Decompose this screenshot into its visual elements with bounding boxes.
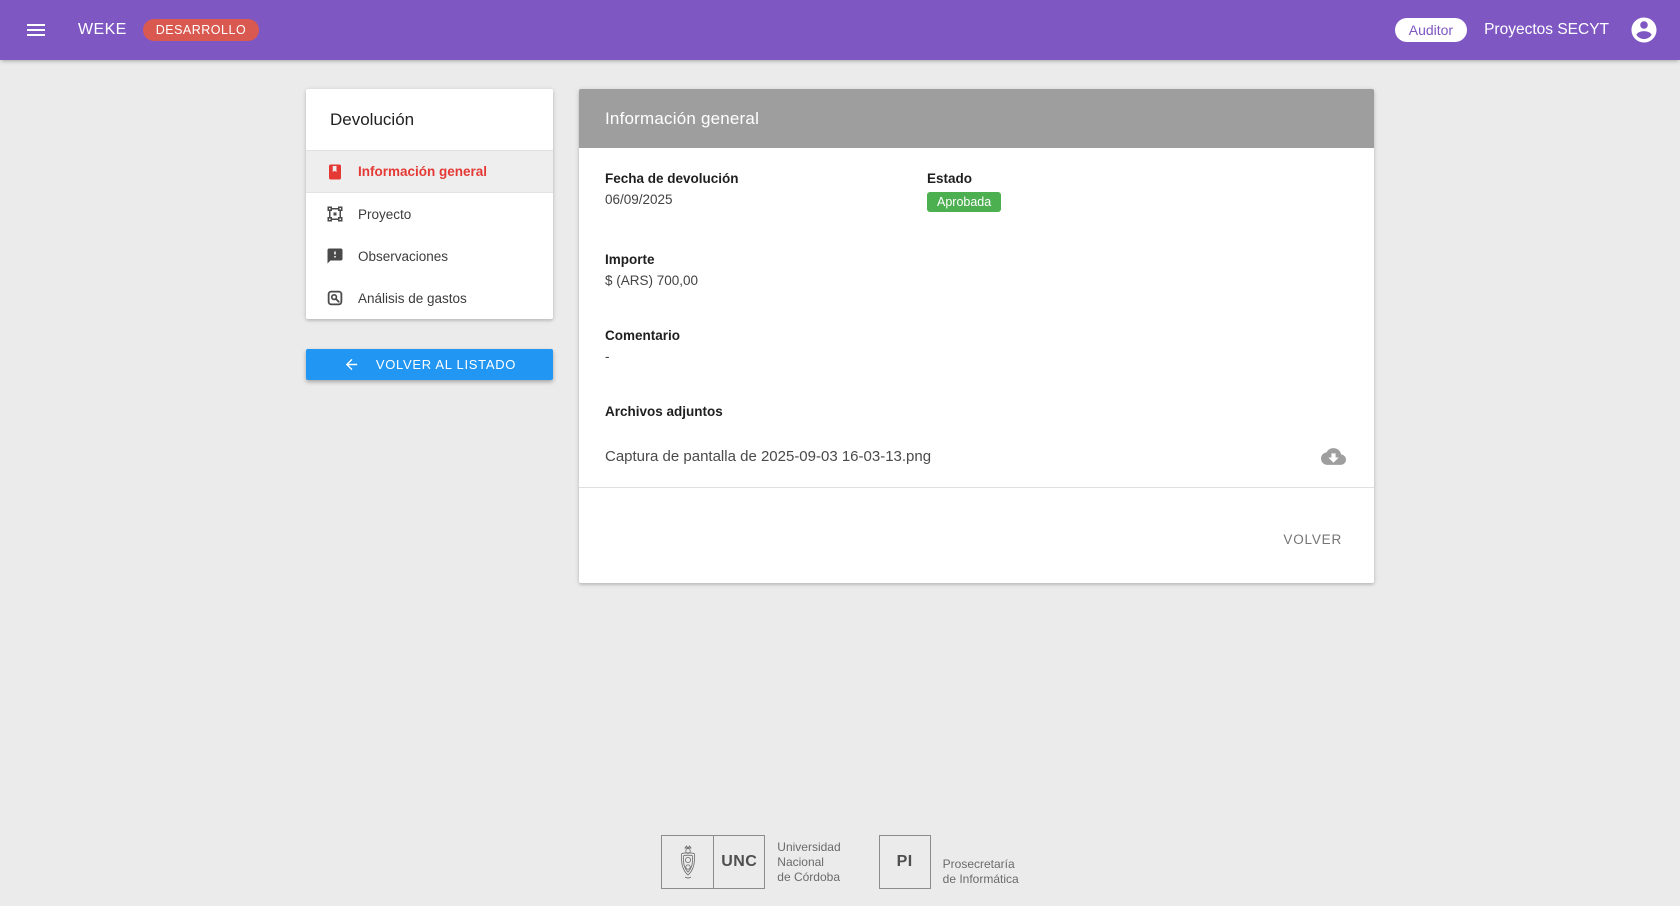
sidebar-item-label: Información general: [358, 164, 487, 179]
field-comentario: Comentario -: [605, 328, 1348, 364]
sidebar-item-informacion-general[interactable]: Información general: [306, 151, 553, 193]
field-row: Fecha de devolución 06/09/2025 Estado Ap…: [605, 171, 1348, 252]
pi-name-line: Prosecretaría: [943, 857, 1019, 872]
unc-name-line: de Córdoba: [777, 870, 840, 885]
field-label: Importe: [605, 252, 1348, 267]
sidebar-title: Devolución: [306, 89, 553, 151]
volver-button[interactable]: VOLVER: [1275, 528, 1350, 551]
pi-name: Prosecretaría de Informática: [943, 835, 1019, 889]
sidebar-item-label: Observaciones: [358, 249, 448, 264]
main-layout: Devolución Información general Proyecto …: [306, 60, 1680, 583]
cloud-download-icon: [1321, 444, 1346, 469]
panel-footer: VOLVER: [579, 488, 1374, 583]
panel-title: Información general: [605, 109, 759, 129]
environment-badge: DESARROLLO: [143, 19, 259, 41]
pi-logo: PI Prosecretaría de Informática: [879, 835, 1019, 889]
pi-name-line: de Informática: [943, 872, 1019, 887]
status-badge: Aprobada: [927, 192, 1001, 212]
unc-abbr: UNC: [721, 853, 757, 871]
unc-logo-box: UNC: [661, 835, 765, 889]
back-to-list-button[interactable]: VOLVER AL LISTADO: [306, 349, 553, 380]
sidebar-item-label: Proyecto: [358, 207, 411, 222]
field-value: 06/09/2025: [605, 192, 927, 207]
pi-abbr: PI: [897, 853, 913, 871]
account-circle-icon: [1629, 15, 1659, 45]
field-label: Estado: [927, 171, 1348, 186]
project-structure-icon: [326, 205, 344, 223]
panel-header: Información general: [579, 89, 1374, 148]
back-to-list-label: VOLVER AL LISTADO: [376, 357, 516, 372]
field-estado: Estado Aprobada: [927, 171, 1348, 212]
attachments-label: Archivos adjuntos: [605, 404, 1348, 419]
field-value: $ (ARS) 700,00: [605, 273, 1348, 288]
menu-button[interactable]: [18, 12, 54, 48]
download-attachment-button[interactable]: [1318, 441, 1348, 471]
header-right: Auditor Proyectos SECYT: [1395, 12, 1662, 48]
sidebar-column: Devolución Información general Proyecto …: [306, 89, 553, 380]
field-label: Fecha de devolución: [605, 171, 927, 186]
context-label: Proyectos SECYT: [1484, 21, 1609, 39]
detail-panel: Información general Fecha de devolución …: [579, 89, 1374, 583]
field-value: -: [605, 349, 1348, 364]
field-label: Comentario: [605, 328, 1348, 343]
app-header: WEKE DESARROLLO Auditor Proyectos SECYT: [0, 0, 1680, 60]
book-icon: [326, 163, 344, 181]
sidebar-item-proyecto[interactable]: Proyecto: [306, 193, 553, 235]
brand-footer: UNC Universidad Nacional de Córdoba PI P…: [0, 835, 1680, 889]
pi-logo-box: PI: [879, 835, 931, 889]
attachments-section: Archivos adjuntos Captura de pantalla de…: [605, 404, 1348, 487]
unc-name: Universidad Nacional de Córdoba: [777, 835, 840, 889]
field-importe: Importe $ (ARS) 700,00: [605, 252, 1348, 288]
panel-body: Fecha de devolución 06/09/2025 Estado Ap…: [579, 148, 1374, 487]
unc-abbr-cell: UNC: [713, 836, 764, 888]
unc-name-line: Universidad: [777, 840, 840, 855]
menu-icon: [24, 18, 48, 42]
sidebar-item-observaciones[interactable]: Observaciones: [306, 235, 553, 277]
unc-crest-icon: [662, 836, 713, 888]
arrow-back-icon: [343, 356, 360, 373]
section-nav-card: Devolución Información general Proyecto …: [306, 89, 553, 319]
feedback-icon: [326, 247, 344, 265]
sidebar-item-analisis-de-gastos[interactable]: Análisis de gastos: [306, 277, 553, 319]
unc-logo: UNC Universidad Nacional de Córdoba: [661, 835, 840, 889]
document-search-icon: [326, 289, 344, 307]
app-title: WEKE: [78, 21, 127, 39]
role-chip[interactable]: Auditor: [1395, 18, 1467, 42]
account-button[interactable]: [1626, 12, 1662, 48]
unc-name-line: Nacional: [777, 855, 840, 870]
attachment-file-name: Captura de pantalla de 2025-09-03 16-03-…: [605, 448, 931, 465]
attachment-row: Captura de pantalla de 2025-09-03 16-03-…: [605, 439, 1348, 487]
field-fecha-devolucion: Fecha de devolución 06/09/2025: [605, 171, 927, 212]
sidebar-item-label: Análisis de gastos: [358, 291, 467, 306]
